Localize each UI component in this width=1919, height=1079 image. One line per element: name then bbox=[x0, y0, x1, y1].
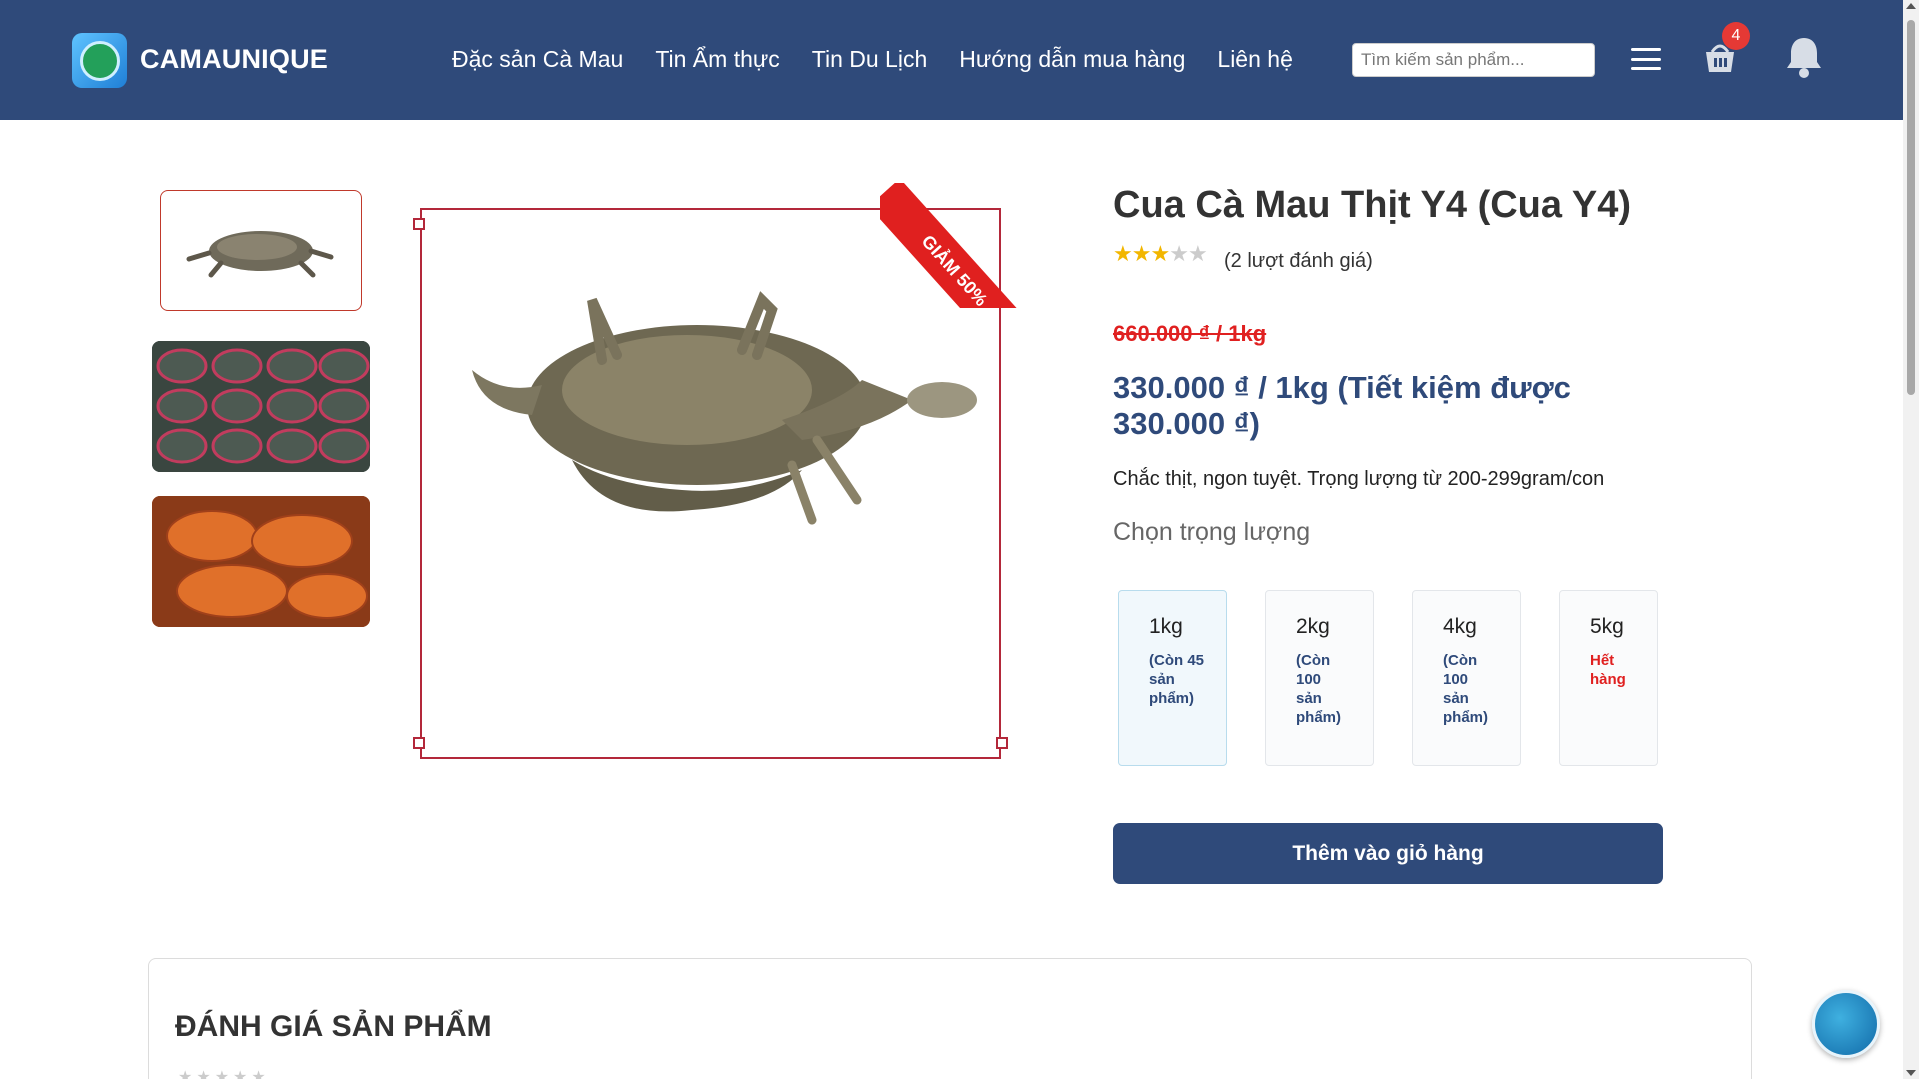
page-scrollbar[interactable] bbox=[1903, 0, 1919, 1079]
old-price: 660.000 ₫ / 1kg bbox=[1113, 321, 1267, 346]
product-title: Cua Cà Mau Thịt Y4 (Cua Y4) bbox=[1113, 184, 1632, 226]
weight-label: 4kg bbox=[1443, 615, 1477, 638]
star-icon: ★ bbox=[1113, 241, 1133, 266]
nav-dac-san[interactable]: Đặc sản Cà Mau bbox=[452, 46, 623, 73]
weight-stock: (Còn 100 sản phẩm) bbox=[1296, 652, 1341, 726]
star-icon: ★ bbox=[1150, 241, 1170, 266]
search-input[interactable] bbox=[1352, 43, 1595, 77]
cooked-crabs-thumbnail-image bbox=[152, 496, 370, 627]
site-header: CAMAUNIQUE Đặc sản Cà Mau Tin Ẩm thực Ti… bbox=[0, 0, 1903, 120]
weight-option-2kg[interactable]: 2kg (Còn 100 sản phẩm) bbox=[1265, 590, 1374, 766]
thumbnail-2[interactable] bbox=[152, 341, 370, 472]
chat-widget-icon[interactable] bbox=[1812, 990, 1880, 1058]
bell-icon[interactable] bbox=[1784, 34, 1824, 80]
thumbnail-3[interactable] bbox=[152, 496, 370, 627]
rating-count[interactable]: (2 lượt đánh giá) bbox=[1224, 250, 1373, 273]
scroll-thumb[interactable] bbox=[1907, 20, 1915, 395]
nav-tin-du-lich[interactable]: Tin Du Lịch bbox=[812, 46, 927, 73]
weight-stock-out: Hết hàng bbox=[1590, 652, 1626, 688]
weight-stock: (Còn 45 sản phẩm) bbox=[1149, 652, 1205, 707]
nav-tin-am-thuc[interactable]: Tin Ẩm thực bbox=[655, 46, 779, 73]
weight-label: 2kg bbox=[1296, 615, 1330, 638]
star-icon: ★ bbox=[1169, 241, 1189, 266]
add-to-cart-button[interactable]: Thêm vào giỏ hàng bbox=[1113, 823, 1663, 884]
site-logo[interactable] bbox=[72, 33, 127, 88]
weight-option-5kg[interactable]: 5kg Hết hàng bbox=[1559, 590, 1658, 766]
discount-badge: GIẢM 50% bbox=[880, 183, 1025, 308]
star-icon: ★ bbox=[1131, 241, 1152, 266]
star-icon: ★ bbox=[1187, 241, 1208, 266]
brand-name[interactable]: CAMAUNIQUE bbox=[140, 44, 328, 75]
discount-ribbon: GIẢM 50% bbox=[880, 183, 1025, 308]
weight-option-1kg[interactable]: 1kg (Còn 45 sản phẩm) bbox=[1118, 590, 1227, 766]
product-description: Chắc thịt, ngon tuyệt. Trọng lượng từ 20… bbox=[1113, 468, 1605, 490]
thumbnail-1[interactable] bbox=[160, 190, 362, 311]
choose-weight-label: Chọn trọng lượng bbox=[1113, 518, 1311, 546]
crab-thumbnail-image bbox=[186, 231, 334, 278]
nav-lien-he[interactable]: Liên hệ bbox=[1217, 46, 1292, 73]
cart-count-badge: 4 bbox=[1722, 22, 1750, 50]
tied-crabs-thumbnail-image bbox=[152, 341, 370, 472]
review-stars[interactable]: ★★★★★ bbox=[178, 1067, 270, 1079]
main-nav: Đặc sản Cà Mau Tin Ẩm thực Tin Du Lịch H… bbox=[452, 46, 1325, 73]
nav-huong-dan[interactable]: Hướng dẫn mua hàng bbox=[959, 46, 1185, 73]
hamburger-menu-icon[interactable] bbox=[1631, 48, 1661, 70]
reviews-title: ĐÁNH GIÁ SẢN PHẨM bbox=[175, 1010, 492, 1043]
weight-label: 5kg bbox=[1590, 615, 1624, 638]
weight-label: 1kg bbox=[1149, 615, 1183, 638]
current-price: 330.000 ₫ / 1kg (Tiết kiệm được 330.000 … bbox=[1113, 370, 1571, 441]
weight-option-4kg[interactable]: 4kg (Còn 100 sản phẩm) bbox=[1412, 590, 1521, 766]
rating-stars: ★★★★★ bbox=[1113, 241, 1208, 267]
weight-stock: (Còn 100 sản phẩm) bbox=[1443, 652, 1488, 726]
